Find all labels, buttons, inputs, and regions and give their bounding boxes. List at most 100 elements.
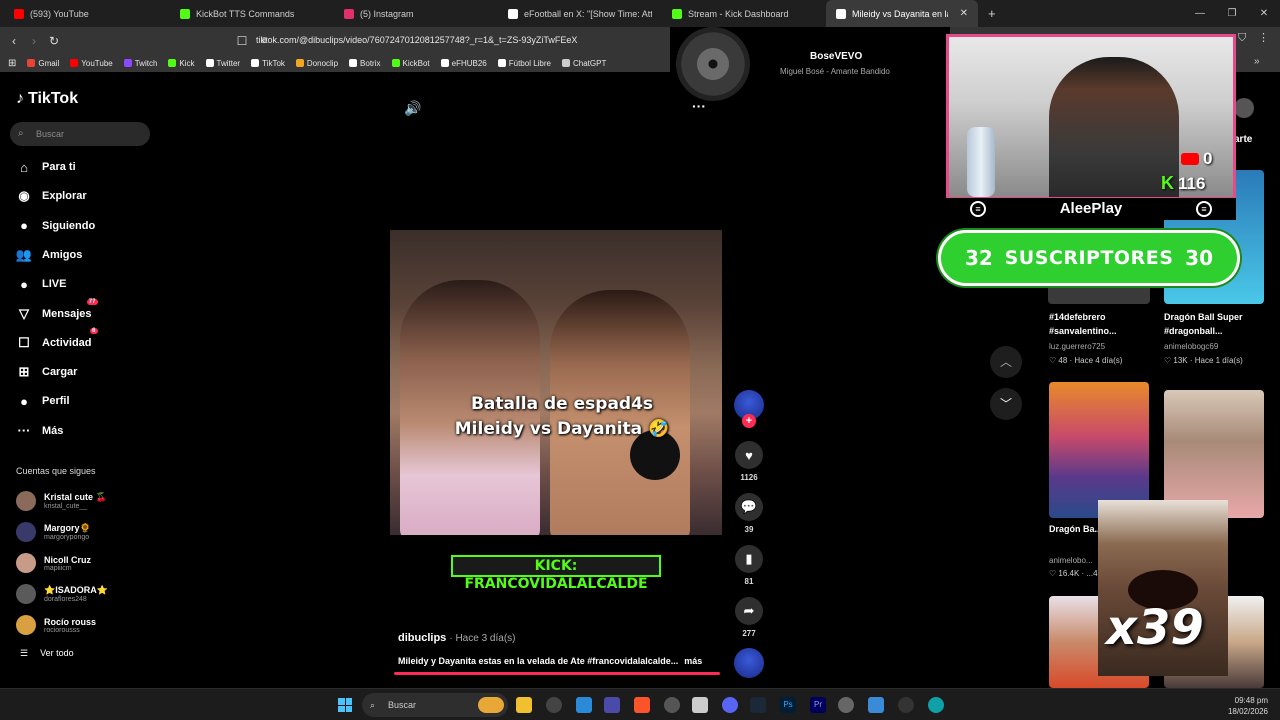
followed-account[interactable]: Margory🌻 margorypongo — [16, 519, 91, 545]
bookmark-item[interactable]: Twitter — [205, 59, 240, 68]
account-handle: rociorousss — [44, 626, 80, 634]
bookmark-item[interactable]: YouTube — [70, 59, 113, 68]
bookmark-item[interactable]: Fútbol Libre — [497, 59, 551, 68]
brave-icon[interactable] — [634, 697, 650, 713]
scroll-up-icon[interactable]: ︿ — [990, 346, 1022, 378]
restore-icon[interactable]: ❐ — [1216, 0, 1248, 27]
share-action[interactable]: ➦ 277 — [734, 597, 764, 638]
more-link[interactable]: más — [684, 656, 702, 666]
minimize-icon[interactable]: — — [1184, 0, 1216, 27]
video-player[interactable] — [390, 230, 722, 535]
sidebar-item-actividad[interactable]: ☐ 6 Actividad — [16, 327, 98, 353]
shield-icon[interactable]: ⛉ — [1238, 32, 1246, 45]
obs-icon[interactable] — [546, 697, 562, 713]
settings-icon[interactable] — [838, 697, 854, 713]
browser-tab[interactable]: (593) YouTube — [4, 0, 170, 27]
followed-account[interactable]: ⭐ISADORA⭐ doraflores248 — [16, 581, 108, 607]
bookmark-item[interactable]: ChatGPT — [562, 59, 606, 68]
avatar[interactable] — [1234, 98, 1254, 118]
bookmark-item[interactable]: Botrix — [349, 59, 381, 68]
steam-icon[interactable] — [750, 697, 766, 713]
more-options-icon[interactable]: ··· — [692, 98, 706, 114]
forward-icon[interactable]: › — [24, 34, 44, 48]
kick-sub-count: K 116 — [1161, 173, 1206, 193]
notepad-icon[interactable] — [868, 697, 884, 713]
calculator-icon[interactable] — [692, 697, 708, 713]
apps-icon[interactable]: ⊞ — [8, 58, 16, 69]
bookmark-item[interactable]: KickBot — [391, 59, 430, 68]
browser-tab[interactable]: KickBot TTS Commands — [170, 0, 334, 27]
like-action[interactable]: ♥ 1126 — [734, 441, 764, 482]
scroll-down-icon[interactable]: ﹀ — [990, 388, 1022, 420]
followed-account[interactable]: Nicoll Cruz mapiiicm — [16, 550, 91, 576]
followed-account[interactable]: Rocío rouss rociorousss — [16, 612, 96, 638]
media-player-icon[interactable] — [898, 697, 914, 713]
discord-icon[interactable] — [722, 697, 738, 713]
video-thumbnail[interactable] — [1049, 382, 1149, 518]
followed-account[interactable]: Kristal cute 🍒 kristal_cute__ — [16, 488, 107, 514]
url-field[interactable]: tiktok.com/@dibuclips/video/760724701208… — [256, 30, 676, 50]
video-progress-bar[interactable] — [394, 672, 720, 675]
back-icon[interactable]: ‹ — [4, 34, 24, 48]
sidebar-item-mensajes[interactable]: ▽ 77 Mensajes — [16, 298, 98, 324]
reload-icon[interactable]: ↻ — [44, 34, 64, 48]
bookmark-item[interactable]: Gmail — [27, 59, 59, 68]
comment-icon[interactable]: 💬 — [735, 493, 763, 521]
edge-icon[interactable] — [928, 697, 944, 713]
card-title[interactable]: Dragón Ball Super #dragonball... — [1164, 310, 1272, 338]
browser-tab[interactable]: Mileidy vs Dayanita en la Vel✕ — [826, 0, 978, 27]
bookmark-item[interactable]: Twitch — [123, 59, 157, 68]
window-controls: — ❐ ✕ — [1184, 0, 1280, 27]
premiere-icon[interactable]: Pr — [810, 697, 826, 713]
volume-icon[interactable]: 🔊 — [404, 100, 421, 117]
sidebar-item-siguiendo[interactable]: ● Siguiendo — [16, 216, 95, 236]
bookmark-page-icon[interactable]: ☐ — [232, 34, 252, 48]
comment-action[interactable]: 💬 39 — [734, 493, 764, 534]
webcam-streamer — [1049, 57, 1179, 197]
close-window-icon[interactable]: ✕ — [1248, 0, 1280, 27]
tiktok-note-icon: ♪ — [16, 90, 24, 107]
windows-start-icon[interactable] — [338, 698, 352, 712]
sidebar-item-m-s[interactable]: ··· Más — [16, 421, 64, 441]
sidebar-item-perfil[interactable]: ● Perfil — [16, 391, 69, 411]
browser-tab[interactable]: Stream - Kick Dashboard — [662, 0, 826, 27]
follow-plus-icon[interactable]: + — [742, 414, 756, 428]
video-author[interactable]: dibuclips · Hace 3 día(s) — [398, 632, 515, 644]
weather-icon[interactable] — [478, 697, 504, 713]
file-explorer-icon[interactable] — [516, 697, 532, 713]
card-title[interactable]: #14defebrero #sanvalentino... — [1049, 310, 1149, 338]
see-all-link[interactable]: ☰ Ver todo — [20, 648, 74, 659]
app-icon[interactable] — [576, 697, 592, 713]
new-tab-button[interactable]: + — [978, 0, 1006, 27]
sidebar-item-amigos[interactable]: 👥 Amigos — [16, 245, 82, 265]
heart-icon[interactable]: ♥ — [735, 441, 763, 469]
bookmark-item[interactable]: eFHUB26 — [440, 59, 487, 68]
photoshop-icon[interactable]: Ps — [780, 697, 796, 713]
save-action[interactable]: ▮ 81 — [734, 545, 764, 586]
music-popup: BoseVEVO Miguel Bosé - Amante Bandido — [670, 27, 950, 101]
music-disc-avatar[interactable] — [734, 648, 764, 678]
share-icon[interactable]: ➦ — [735, 597, 763, 625]
search-input[interactable]: ⌕ Buscar — [10, 122, 150, 146]
activity-icon: ☐ — [18, 334, 30, 350]
taskbar-clock[interactable]: 09:48 pm 18/02/2026 — [1228, 695, 1268, 717]
close-tab-icon[interactable]: ✕ — [960, 8, 968, 19]
menu-icon[interactable]: ⋮ — [1258, 31, 1269, 44]
sidebar-item-cargar[interactable]: ⊞ Cargar — [16, 362, 78, 382]
sidebar-item-explorar[interactable]: ◉ Explorar — [16, 186, 86, 206]
browser-tab[interactable]: (5) Instagram — [334, 0, 498, 27]
video-thumbnail[interactable] — [1164, 390, 1264, 518]
bookmark-item[interactable]: TikTok — [251, 59, 285, 68]
bookmarks-overflow-icon[interactable]: » — [1254, 56, 1260, 67]
bookmark-icon[interactable]: ▮ — [735, 545, 763, 573]
browser-tab[interactable]: eFootball en X: "[Show Time: Attack — [498, 0, 662, 27]
sidebar-item-live[interactable]: ● LIVE — [16, 274, 66, 294]
bookmark-item[interactable]: Kick — [168, 59, 195, 68]
tiktok-logo[interactable]: ♪ TikTok — [16, 90, 78, 108]
app-icon[interactable] — [604, 697, 620, 713]
windows-taskbar: ⌕ Buscar Ps Pr 09:48 pm 18/02/2026 — [0, 688, 1280, 720]
live-icon: ● — [20, 276, 28, 292]
bookmark-item[interactable]: Donoclip — [295, 59, 338, 68]
sidebar-item-para-ti[interactable]: ⌂ Para ti — [16, 157, 76, 177]
app-icon[interactable] — [664, 697, 680, 713]
